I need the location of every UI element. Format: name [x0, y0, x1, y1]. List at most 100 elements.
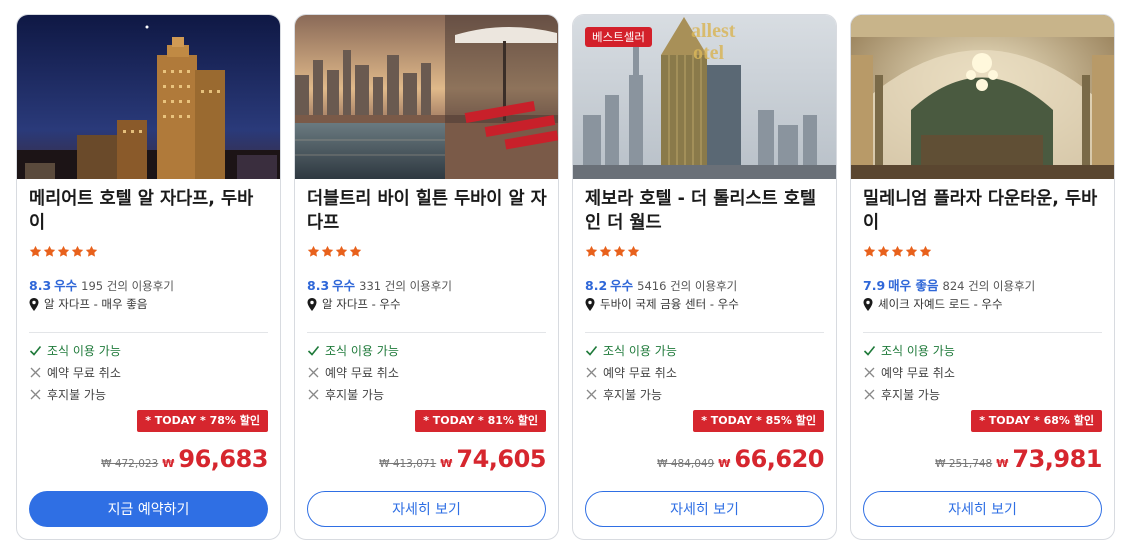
price-block: ₩ 484,049 ₩ 66,620	[657, 445, 824, 473]
location-pin-icon	[863, 297, 873, 311]
hotel-card[interactable]: 더블트리 바이 힐튼 두바이 알 자다프 8.3 우수 331 건의 이용후기 알 …	[294, 14, 559, 540]
check-icon	[307, 345, 320, 356]
star-icon	[627, 245, 640, 257]
cross-icon	[30, 389, 41, 400]
feature-pay-later: 후지불 가능	[29, 386, 106, 403]
star-icon	[43, 245, 56, 257]
feature-free-cancel: 예약 무료 취소	[29, 364, 121, 381]
cross-icon	[30, 367, 41, 378]
feature-breakfast: 조식 이용 가능	[863, 342, 955, 359]
star-icon	[57, 245, 70, 257]
star-icon	[877, 245, 890, 257]
star-icon	[321, 245, 334, 257]
sale-price: 66,620	[734, 445, 824, 473]
star-icon	[863, 245, 876, 257]
feature-breakfast: 조식 이용 가능	[585, 342, 677, 359]
cross-icon	[308, 367, 319, 378]
feature-pay-later: 후지불 가능	[863, 386, 940, 403]
feature-free-cancel: 예약 무료 취소	[863, 364, 955, 381]
star-icon	[599, 245, 612, 257]
hotel-card[interactable]: allest otel 베스트셀러 제보라 호텔 - 더 톨리스트 호텔 인 더…	[572, 14, 837, 540]
sale-price: 73,981	[1012, 445, 1102, 473]
rating-label: 우수	[332, 278, 356, 293]
sale-price: 74,605	[456, 445, 546, 473]
check-icon	[585, 345, 598, 356]
feature-label: 후지불 가능	[881, 388, 941, 402]
hotel-photo[interactable]	[295, 15, 558, 179]
hotel-photo[interactable]	[851, 15, 1114, 179]
feature-label: 예약 무료 취소	[603, 366, 677, 380]
hotel-name[interactable]: 밀레니엄 플라자 다운타운, 두바이	[863, 187, 1103, 235]
discount-badge: * TODAY * 85% 할인	[693, 410, 824, 432]
hotel-card[interactable]: 밀레니엄 플라자 다운타운, 두바이 7.9 매우 좋음 824 건의 이용후기 셰…	[850, 14, 1115, 540]
rating-label: 우수	[54, 278, 78, 293]
review-count: 195 건의 이용후기	[81, 279, 174, 293]
view-details-button[interactable]: 자세히 보기	[585, 491, 824, 527]
star-icon	[349, 245, 362, 257]
hotel-name[interactable]: 메리어트 호텔 알 자다프, 두바이	[29, 187, 269, 235]
star-icon	[891, 245, 904, 257]
feature-label: 예약 무료 취소	[881, 366, 955, 380]
feature-label: 예약 무료 취소	[325, 366, 399, 380]
star-rating	[29, 245, 98, 259]
location-text: 알 자다프 - 매우 좋음	[44, 297, 148, 311]
hotel-name[interactable]: 더블트리 바이 힐튼 두바이 알 자다프	[307, 187, 547, 235]
feature-breakfast: 조식 이용 가능	[307, 342, 399, 359]
cross-icon	[308, 389, 319, 400]
divider	[863, 332, 1102, 333]
review-rating: 8.3 우수 331 건의 이용후기	[307, 275, 452, 294]
original-price: ₩ 472,023	[101, 458, 159, 470]
currency-symbol: ₩	[718, 457, 731, 470]
feature-label: 후지불 가능	[325, 388, 385, 402]
original-price: ₩ 484,049	[657, 458, 715, 470]
divider	[29, 332, 268, 333]
divider	[585, 332, 824, 333]
location: 알 자다프 - 우수	[307, 296, 401, 312]
price-block: ₩ 472,023 ₩ 96,683	[101, 445, 268, 473]
rating-score: 8.3	[29, 278, 52, 293]
feature-pay-later: 후지불 가능	[307, 386, 384, 403]
book-now-button[interactable]: 지금 예약하기	[29, 491, 268, 527]
feature-label: 조식 이용 가능	[603, 344, 677, 358]
feature-label: 후지불 가능	[47, 388, 107, 402]
location-text: 두바이 국제 금융 센터 - 우수	[600, 297, 739, 311]
review-rating: 8.3 우수 195 건의 이용후기	[29, 275, 174, 294]
feature-free-cancel: 예약 무료 취소	[307, 364, 399, 381]
location: 두바이 국제 금융 센터 - 우수	[585, 296, 739, 312]
star-icon	[919, 245, 932, 257]
location-text: 알 자다프 - 우수	[322, 297, 401, 311]
review-count: 5416 건의 이용후기	[637, 279, 738, 293]
feature-label: 조식 이용 가능	[325, 344, 399, 358]
location-pin-icon	[307, 297, 317, 311]
svg-text:allest: allest	[691, 20, 736, 42]
original-price: ₩ 251,748	[935, 458, 993, 470]
cross-icon	[864, 367, 875, 378]
feature-label: 후지불 가능	[603, 388, 663, 402]
location-pin-icon	[585, 297, 595, 311]
view-details-button[interactable]: 자세히 보기	[307, 491, 546, 527]
star-rating	[585, 245, 640, 259]
star-rating	[307, 245, 362, 259]
star-icon	[29, 245, 42, 257]
cross-icon	[586, 367, 597, 378]
price-block: ₩ 413,071 ₩ 74,605	[379, 445, 546, 473]
hotel-card[interactable]: 메리어트 호텔 알 자다프, 두바이 8.3 우수 195 건의 이용후기 알 자다…	[16, 14, 281, 540]
cross-icon	[864, 389, 875, 400]
rating-score: 8.3	[307, 278, 330, 293]
star-rating	[863, 245, 932, 259]
hotel-card-list: 메리어트 호텔 알 자다프, 두바이 8.3 우수 195 건의 이용후기 알 자다…	[16, 14, 1116, 540]
star-icon	[335, 245, 348, 257]
currency-symbol: ₩	[996, 457, 1009, 470]
hotel-name[interactable]: 제보라 호텔 - 더 톨리스트 호텔 인 더 월드	[585, 187, 825, 235]
review-count: 331 건의 이용후기	[359, 279, 452, 293]
hotel-photo[interactable]: allest otel 베스트셀러	[573, 15, 836, 179]
star-icon	[585, 245, 598, 257]
hotel-photo[interactable]	[17, 15, 280, 179]
review-rating: 8.2 우수 5416 건의 이용후기	[585, 275, 737, 294]
location-text: 셰이크 자예드 로드 - 우수	[878, 297, 1003, 311]
view-details-button[interactable]: 자세히 보기	[863, 491, 1102, 527]
discount-badge: * TODAY * 81% 할인	[415, 410, 546, 432]
feature-breakfast: 조식 이용 가능	[29, 342, 121, 359]
location: 셰이크 자예드 로드 - 우수	[863, 296, 1003, 312]
review-count: 824 건의 이용후기	[942, 279, 1036, 293]
